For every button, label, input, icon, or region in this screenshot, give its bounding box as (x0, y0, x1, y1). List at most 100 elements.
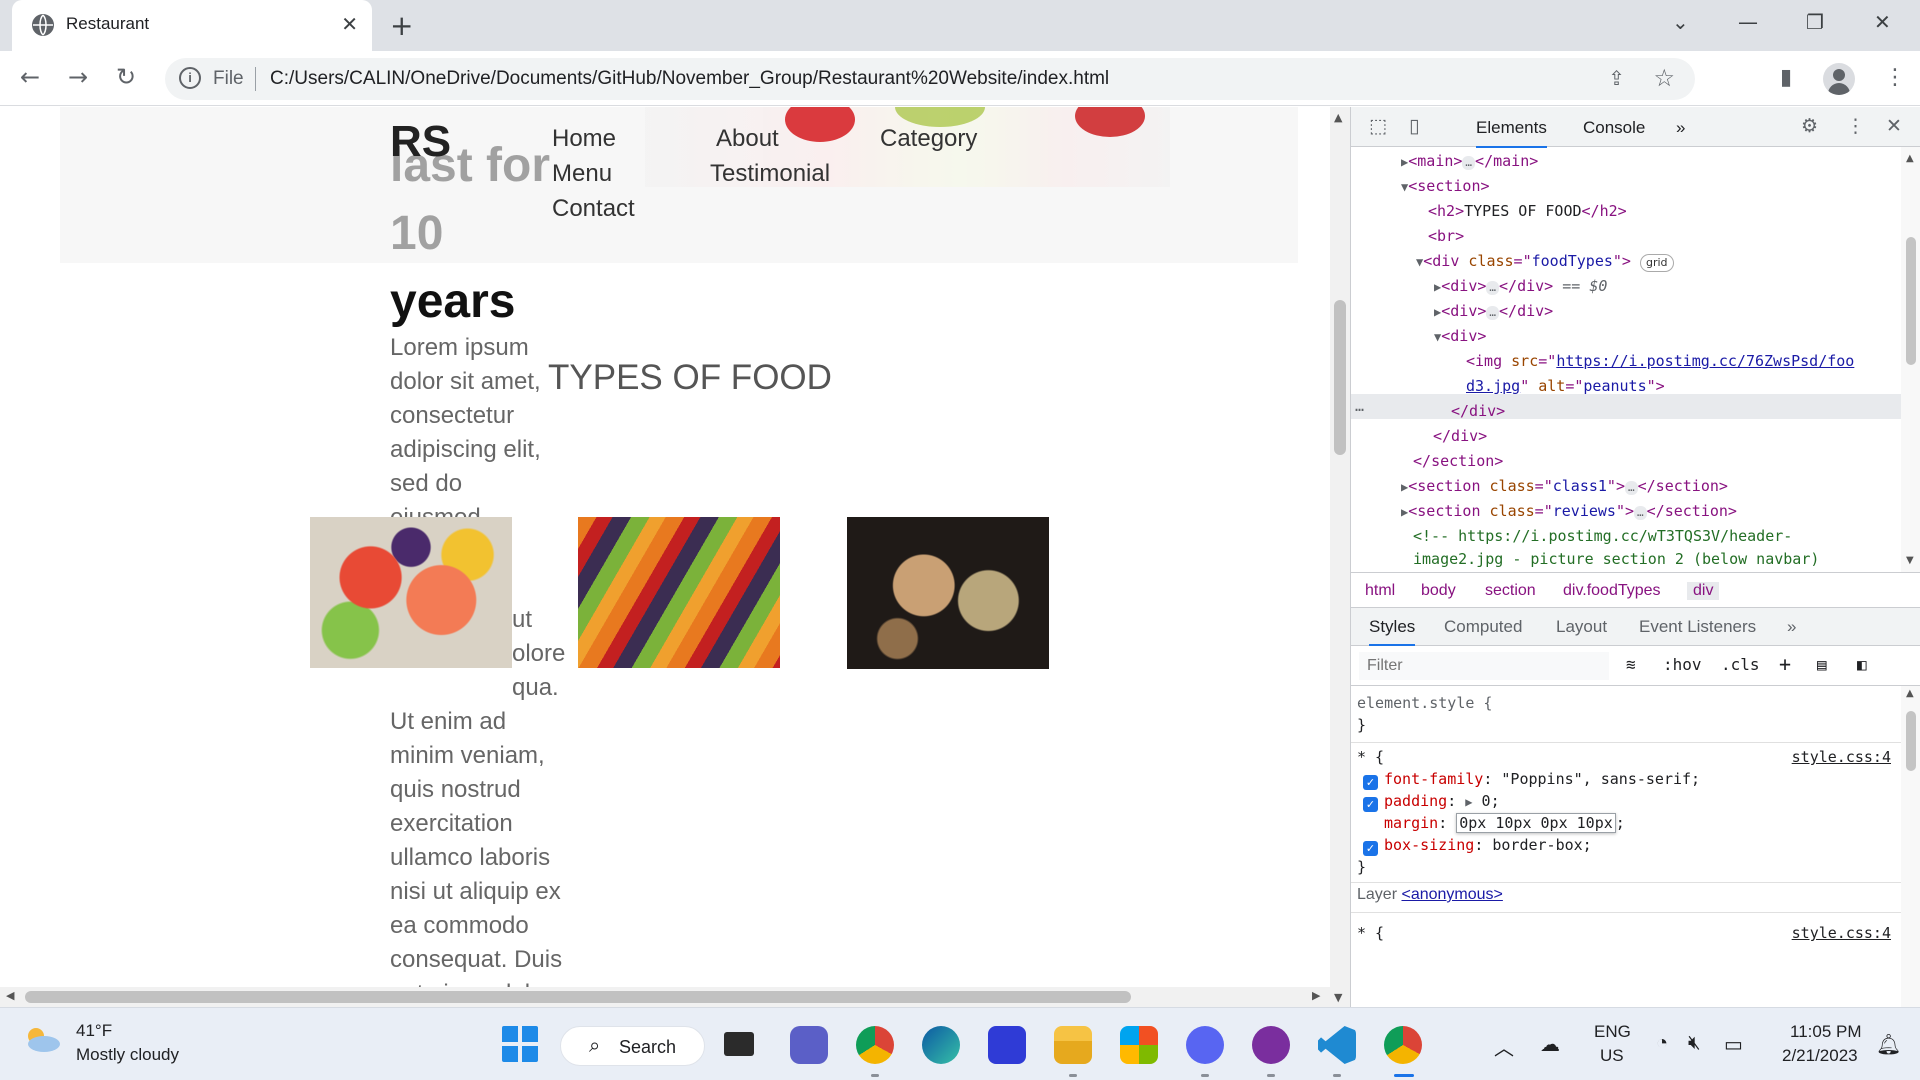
device-toolbar-icon[interactable]: ▯ (1409, 115, 1419, 137)
volume-muted-icon[interactable]: 🔇︎ (1688, 1032, 1701, 1055)
element-style-selector[interactable]: element.style { (1357, 692, 1492, 714)
tab-elements[interactable]: Elements (1476, 118, 1547, 148)
side-panel-icon[interactable]: ▮ (1780, 65, 1792, 90)
style-font-family[interactable]: ✓ font-family: "Poppins", sans-serif; (1363, 768, 1700, 790)
back-arrow-icon[interactable]: ← (20, 63, 40, 91)
dom-comment[interactable]: <!-- https://i.postimg.cc/wT3TQS3V/heade… (1413, 524, 1792, 549)
teams-chat-icon[interactable] (790, 1026, 828, 1064)
new-style-rule-button[interactable]: + (1779, 652, 1791, 676)
address-bar[interactable]: i File C:/Users/CALIN/OneDrive/Documents… (165, 58, 1695, 100)
tab-close-icon[interactable]: ✕ (341, 12, 358, 36)
style-source-link-2[interactable]: style.css:4 (1792, 922, 1891, 944)
dom-scroll-thumb[interactable] (1906, 237, 1916, 365)
language-top[interactable]: ENG (1594, 1022, 1631, 1042)
forward-arrow-icon[interactable]: → (68, 63, 88, 91)
styles-pane[interactable]: element.style { } * { style.css:4 ✓ font-… (1351, 686, 1901, 1007)
styles-scrollbar[interactable]: ▲ (1901, 686, 1920, 1007)
nav-testimonial[interactable]: Testimonial (710, 160, 830, 188)
style-padding[interactable]: ✓ padding: ▶ 0; (1363, 790, 1500, 812)
layer-anonymous-link[interactable]: <anonymous> (1401, 886, 1502, 903)
logo[interactable]: RS (390, 117, 451, 167)
scroll-up-arrow-icon[interactable]: ▲ (1334, 111, 1342, 124)
dom-node-div-selected[interactable]: ▶<div>… </div> == $0 (1434, 274, 1607, 299)
file-explorer-icon[interactable] (1054, 1026, 1092, 1064)
dom-node-main[interactable]: ▶<main>… </main> (1401, 149, 1538, 174)
tab-restaurant[interactable]: Restaurant ✕ (12, 0, 372, 51)
bookmark-star-icon[interactable]: ☆ (1653, 64, 1675, 92)
grid-badge[interactable]: grid (1639, 254, 1674, 272)
close-devtools-icon[interactable]: ✕ (1886, 115, 1902, 137)
tab-event-listeners[interactable]: Event Listeners (1639, 617, 1756, 637)
margin-value-editor[interactable]: 0px 10px 0px 10px (1456, 813, 1616, 833)
wifi-icon[interactable]: ◔ (1656, 1032, 1668, 1055)
dom-scroll-up-icon[interactable]: ▲ (1906, 153, 1914, 164)
vscode-icon[interactable] (1318, 1026, 1356, 1064)
dom-row-options-icon[interactable]: … (1355, 394, 1364, 419)
dom-node-section-reviews[interactable]: ▶<section class="reviews">… </section> (1401, 499, 1737, 524)
dom-node-section[interactable]: ▼<section> (1401, 174, 1490, 199)
checkbox-checked-icon[interactable]: ✓ (1363, 775, 1378, 790)
task-view-icon[interactable] (724, 1032, 754, 1056)
restore-icon[interactable]: ❐ (1806, 10, 1824, 34)
tab-layout[interactable]: Layout (1556, 617, 1607, 637)
edge-icon[interactable] (922, 1026, 960, 1064)
dom-node-section-class1[interactable]: ▶<section class="class1">… </section> (1401, 474, 1728, 499)
discord-icon[interactable] (1186, 1026, 1224, 1064)
windows-start-icon[interactable] (502, 1026, 538, 1062)
more-panel-tabs-icon[interactable]: » (1787, 617, 1796, 637)
chrome-icon[interactable] (856, 1026, 894, 1064)
battery-icon[interactable]: ▭ (1724, 1032, 1743, 1057)
dom-node-foodtypes[interactable]: ▼<div class="foodTypes"> grid (1416, 249, 1674, 274)
clock-date[interactable]: 2/21/2023 (1782, 1046, 1858, 1066)
url-text[interactable]: C:/Users/CALIN/OneDrive/Documents/GitHub… (270, 68, 1109, 90)
scroll-left-arrow-icon[interactable]: ◀ (6, 989, 14, 1002)
dom-node-h2[interactable]: <h2>TYPES OF FOOD</h2> (1428, 199, 1627, 224)
language-bottom[interactable]: US (1600, 1046, 1624, 1066)
crumb-div-foodtypes[interactable]: div.foodTypes (1563, 582, 1661, 600)
more-tabs-icon[interactable]: » (1676, 118, 1685, 138)
universal-selector[interactable]: * { (1357, 746, 1384, 768)
dom-node-div-2[interactable]: ▶<div>… </div> (1434, 299, 1553, 324)
page-vertical-scrollbar[interactable]: ▲ ▼ (1330, 107, 1350, 1007)
close-window-icon[interactable]: ✕ (1874, 10, 1891, 34)
dom-node-img[interactable]: <img src="https://i.postimg.cc/76ZwsPsd/… (1466, 349, 1854, 374)
site-info-icon[interactable]: i (179, 67, 201, 89)
page-vertical-scroll-thumb[interactable] (1334, 300, 1346, 455)
styles-filter-input[interactable] (1359, 652, 1609, 680)
toggle-sidebar-icon[interactable]: ◧ (1857, 655, 1867, 674)
crumb-html[interactable]: html (1365, 582, 1395, 600)
kebab-menu-icon[interactable]: ⋮ (1884, 65, 1906, 90)
class-toggle[interactable]: .cls (1721, 655, 1760, 674)
style-box-sizing[interactable]: ✓ box-sizing: border-box; (1363, 834, 1592, 856)
minimize-icon[interactable]: — (1738, 10, 1758, 34)
styles-scroll-thumb[interactable] (1906, 711, 1916, 771)
dom-scroll-down-icon[interactable]: ▼ (1906, 555, 1914, 566)
github-desktop-icon[interactable] (1252, 1026, 1290, 1064)
hover-state-toggle[interactable]: :hov (1663, 655, 1702, 674)
nav-category[interactable]: Category (880, 125, 977, 153)
store-icon[interactable] (1120, 1026, 1158, 1064)
taskbar-search-button[interactable]: ⌕ Search (560, 1026, 705, 1066)
crumb-body[interactable]: body (1421, 582, 1456, 600)
reload-icon[interactable]: ↻ (116, 63, 136, 91)
devtools-menu-icon[interactable]: ⋮ (1846, 115, 1865, 137)
tab-styles[interactable]: Styles (1369, 617, 1416, 646)
inspect-element-icon[interactable]: ⬚ (1369, 115, 1387, 137)
tab-search-chevron-icon[interactable]: ⌄ (1672, 10, 1689, 34)
nav-home[interactable]: Home (552, 125, 616, 153)
toggle-element-state-icon[interactable]: ≋ (1626, 655, 1636, 674)
show-hidden-icons-chevron-icon[interactable]: ︿ (1494, 1032, 1514, 1061)
styles-scroll-up-icon[interactable]: ▲ (1906, 688, 1914, 699)
dom-tree[interactable]: … ▶<main>… </main> ▼<section> <h2>TYPES O… (1351, 147, 1901, 572)
style-margin-editing[interactable]: margin: 0px 10px 0px 10px; (1384, 812, 1625, 834)
visual-studio-app-icon[interactable] (988, 1026, 1026, 1064)
new-tab-button[interactable]: + (390, 9, 413, 42)
page-horizontal-scroll-thumb[interactable] (25, 991, 1131, 1003)
paint-icon[interactable]: ▤ (1817, 655, 1827, 674)
checkbox-checked-icon[interactable]: ✓ (1363, 841, 1378, 856)
chrome-active-icon[interactable] (1384, 1026, 1422, 1064)
dom-tree-scrollbar[interactable]: ▲ ▼ (1901, 147, 1920, 572)
crumb-div[interactable]: div (1687, 582, 1720, 600)
checkbox-checked-icon[interactable]: ✓ (1363, 797, 1378, 812)
scroll-down-arrow-icon[interactable]: ▼ (1334, 991, 1342, 1004)
